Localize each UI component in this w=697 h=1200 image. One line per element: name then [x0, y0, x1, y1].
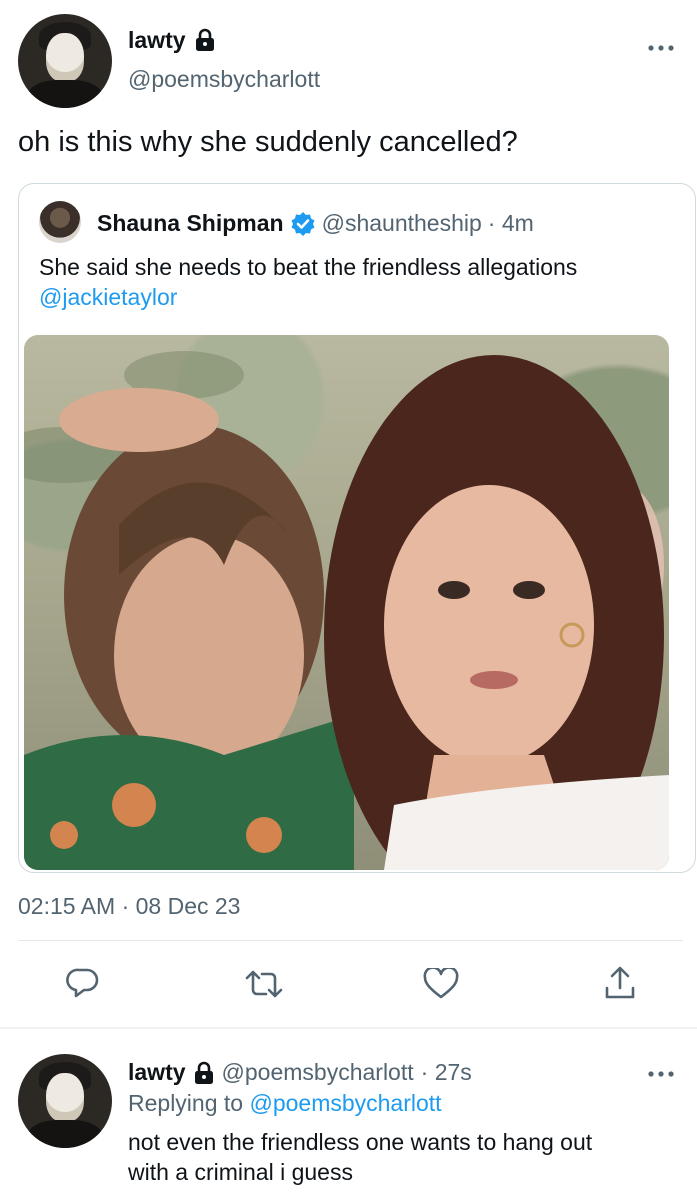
section-divider [0, 1027, 697, 1029]
replying-to-handle-link[interactable]: @poemsbycharlott [249, 1090, 441, 1116]
more-dots-icon [648, 1071, 674, 1077]
action-bar [0, 962, 697, 1006]
tweet-text: oh is this why she suddenly cancelled? [18, 126, 518, 158]
quoted-time: · 4m [487, 210, 534, 236]
replying-to-line: Replying to @poemsbycharlott [128, 1090, 442, 1117]
quoted-author-name[interactable]: Shauna Shipman [97, 210, 284, 237]
reply-author-name[interactable]: lawty [128, 1059, 186, 1086]
quoted-mention-link[interactable]: @jackietaylor [39, 284, 177, 311]
reply-text-line-2: with a criminal i guess [128, 1159, 353, 1185]
share-icon[interactable] [603, 964, 637, 1002]
retweet-icon[interactable] [244, 968, 284, 1000]
quoted-avatar [39, 201, 81, 243]
author-name[interactable]: lawty [128, 27, 186, 54]
reply-time: · 27s [420, 1059, 472, 1085]
lock-icon [194, 28, 216, 52]
like-icon[interactable] [423, 968, 459, 1000]
quoted-text: She said she needs to beat the friendles… [39, 254, 578, 280]
reply-more-options-button[interactable] [646, 1066, 676, 1080]
reply-author-handle[interactable]: @poemsbycharlott [222, 1059, 414, 1086]
verified-badge-icon [290, 211, 316, 237]
quoted-tweet-card[interactable]: Shauna Shipman @shauntheship · 4m She sa… [18, 183, 696, 873]
reply-text-line-1: not even the friendless one wants to han… [128, 1129, 593, 1155]
replying-to-label: Replying to [128, 1090, 244, 1116]
divider [18, 940, 683, 941]
quoted-header: Shauna Shipman @shauntheship · 4m [97, 210, 534, 237]
tweet-timestamp[interactable]: 02:15 AM · 08 Dec 23 [18, 893, 240, 920]
reply-icon[interactable] [66, 966, 100, 1000]
lock-icon [193, 1061, 215, 1085]
avatar[interactable] [18, 14, 112, 108]
quoted-author-handle[interactable]: @shauntheship [322, 210, 482, 237]
author-handle[interactable]: @poemsbycharlott [128, 66, 320, 93]
more-dots-icon [648, 45, 674, 51]
reply-header: lawty @poemsbycharlott · 27s [128, 1059, 472, 1086]
reply-avatar[interactable] [18, 1054, 112, 1148]
more-options-button[interactable] [646, 40, 676, 54]
author-name-row: lawty [128, 25, 216, 55]
quoted-photo[interactable] [24, 335, 669, 870]
